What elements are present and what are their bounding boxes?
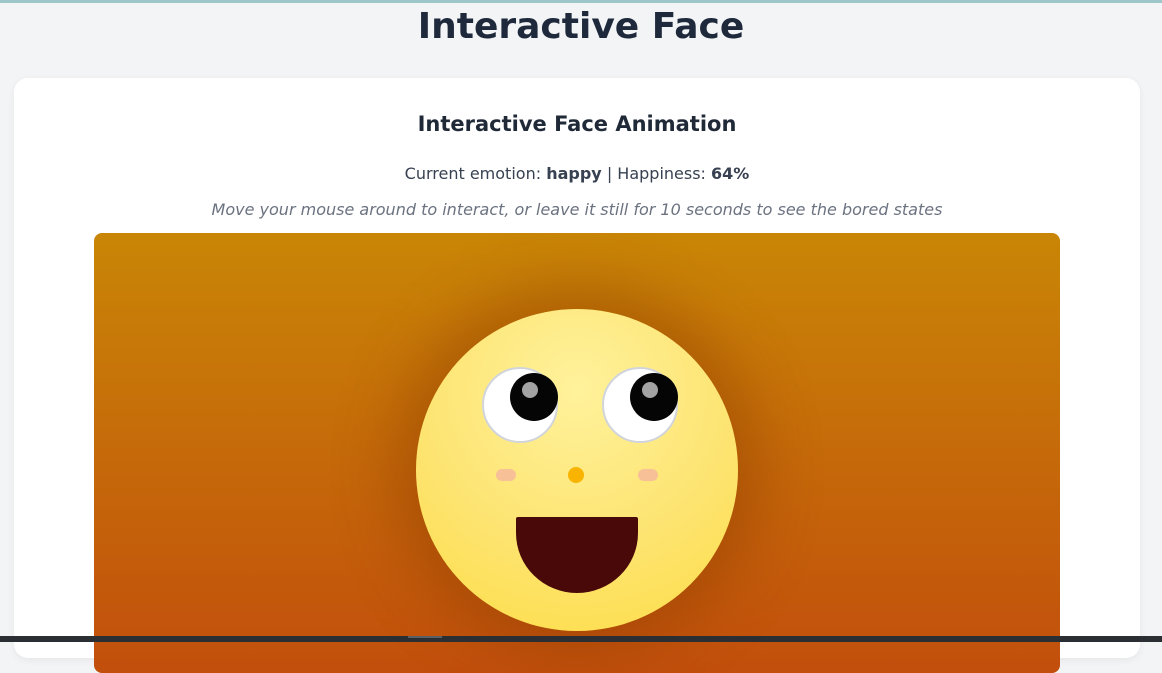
happiness-label: Happiness: (617, 164, 706, 183)
happiness-value: 64% (711, 164, 750, 183)
left-cheek (496, 469, 516, 481)
left-pupil (510, 373, 558, 421)
left-eye-glint (522, 382, 538, 398)
taskbar (0, 636, 1162, 642)
status-line: Current emotion: happy | Happiness: 64% (14, 164, 1140, 183)
nose (568, 467, 584, 483)
face-card: Interactive Face Animation Current emoti… (14, 78, 1140, 673)
status-separator: | (606, 164, 613, 183)
right-eye (602, 367, 678, 443)
card-title: Interactive Face Animation (417, 112, 737, 136)
face[interactable] (416, 309, 738, 631)
emotion-value: happy (546, 164, 602, 183)
right-cheek (638, 469, 658, 481)
left-eye (482, 367, 558, 443)
interaction-hint: Move your mouse around to interact, or l… (211, 200, 943, 219)
right-pupil (630, 373, 678, 421)
page-title: Interactive Face (417, 6, 745, 47)
mouth (516, 517, 638, 593)
taskbar-indicator (408, 636, 442, 638)
face-stage[interactable] (94, 233, 1060, 673)
emotion-label: Current emotion: (404, 164, 542, 183)
right-eye-glint (642, 382, 658, 398)
